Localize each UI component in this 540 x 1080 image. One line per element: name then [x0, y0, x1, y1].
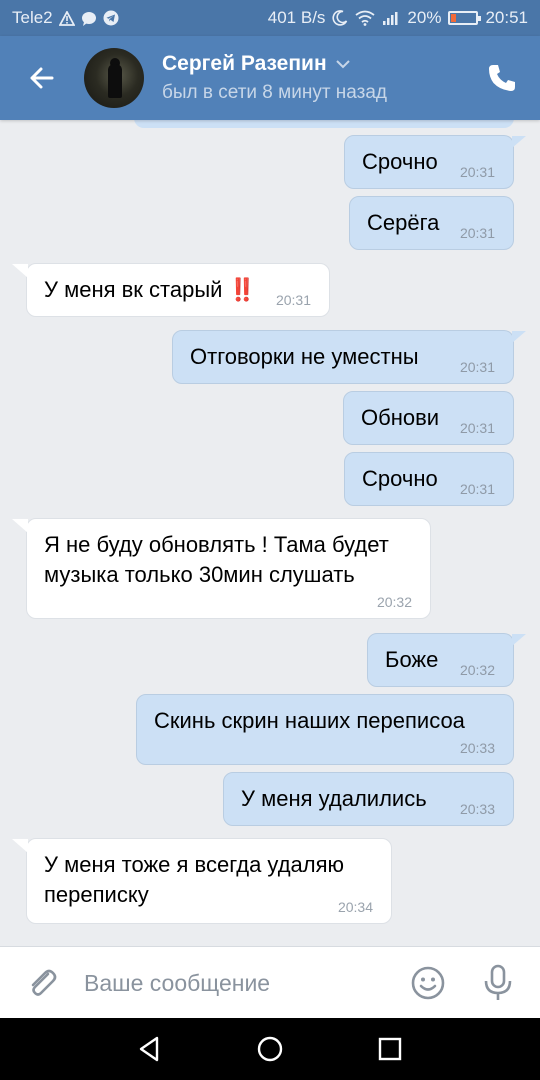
incoming-message[interactable]: Я не буду обновлять ! Тама будет музыка … [26, 518, 431, 619]
incoming-message[interactable]: У меня вк старый ‼️ 20:31 [26, 263, 330, 317]
message-text: У меня тоже я всегда удаляю переписку [44, 852, 345, 907]
message-time: 20:34 [337, 899, 373, 915]
clock: 20:51 [485, 8, 528, 27]
outgoing-message[interactable]: У меня удалились 20:33 [223, 772, 514, 826]
message-text: Срочно [362, 466, 438, 491]
message-time: 20:32 [376, 594, 412, 610]
bubble-tail [512, 136, 526, 148]
system-navigation-bar [0, 1018, 540, 1080]
outgoing-message[interactable]: Скинь скрин наших переписоа 20:33 [136, 694, 514, 765]
outgoing-message[interactable]: Боже 20:32 [367, 633, 514, 687]
message-time: 20:31 [459, 481, 495, 497]
message-text: Срочно [362, 149, 438, 174]
moon-icon [332, 10, 348, 26]
message-time: 20:31 [275, 292, 311, 308]
bubble-tail [12, 839, 28, 853]
outgoing-message[interactable]: Срочно 20:31 [344, 135, 514, 189]
chat-bubble-icon [81, 11, 96, 26]
nav-home-icon[interactable] [253, 1032, 287, 1066]
contact-name-block[interactable]: Сергей Разепин [162, 52, 351, 76]
status-bar: Tele2 401 B/s 20% 20:51 [0, 0, 540, 36]
outgoing-message[interactable]: Серёга 20:31 [349, 196, 514, 250]
message-time: 20:31 [459, 164, 495, 180]
paperclip-icon[interactable] [24, 965, 60, 1001]
message-time: 20:33 [459, 740, 495, 756]
message-text: Обнови [361, 405, 440, 430]
message-text: Отговорки не уместны [190, 344, 419, 369]
chevron-down-icon [335, 60, 350, 69]
message-time: 20:31 [459, 359, 495, 375]
message-time: 20:33 [459, 801, 495, 817]
message-text: Серёга [367, 210, 440, 235]
avatar[interactable] [84, 48, 144, 108]
incoming-message[interactable]: У меня тоже я всегда удаляю переписку 20:… [26, 838, 392, 924]
bubble-tail [512, 634, 526, 646]
contact-name: Сергей Разепин [162, 52, 327, 75]
message-time: 20:32 [459, 662, 495, 678]
bubble-tail [12, 519, 28, 533]
contact-status: был в сети 8 минут назад [162, 82, 388, 103]
battery-percent: 20% [407, 8, 442, 27]
battery-icon [448, 11, 482, 25]
back-arrow-icon[interactable] [22, 58, 62, 98]
partial-message [134, 120, 514, 128]
chat-header: Сергей Разепин был в сети 8 минут назад [0, 36, 540, 120]
message-text: Скинь скрин наших переписоа [154, 708, 465, 733]
bubble-tail [512, 331, 526, 343]
message-text: Я не буду обновлять ! Тама будет музыка … [44, 532, 389, 587]
bubble-tail [12, 264, 28, 278]
microphone-icon[interactable] [480, 963, 516, 1003]
message-list[interactable]: Срочно 20:31 Серёга 20:31 У меня вк старый ‼… [0, 120, 540, 946]
message-text: У меня удалились [241, 786, 427, 811]
outgoing-message[interactable]: Обнови 20:31 [343, 391, 514, 445]
smile-icon[interactable] [410, 965, 446, 1001]
message-input[interactable] [84, 963, 384, 1003]
carrier-label: Tele2 [12, 8, 53, 27]
outgoing-message[interactable]: Отговорки не уместны 20:31 [172, 330, 514, 384]
outgoing-message[interactable]: Срочно 20:31 [344, 452, 514, 506]
warning-icon [58, 10, 75, 26]
network-speed: 401 B/s [267, 8, 326, 27]
message-time: 20:31 [459, 420, 495, 436]
telegram-icon [103, 10, 119, 26]
message-text: Боже [385, 647, 439, 672]
message-composer [0, 946, 540, 1018]
phone-icon[interactable] [486, 62, 518, 94]
message-text: У меня вк старый ‼️ [44, 277, 256, 302]
signal-icon [383, 12, 398, 25]
nav-back-icon[interactable] [133, 1032, 167, 1066]
nav-recents-icon[interactable] [373, 1032, 407, 1066]
message-time: 20:31 [459, 225, 495, 241]
wifi-icon [355, 10, 375, 26]
